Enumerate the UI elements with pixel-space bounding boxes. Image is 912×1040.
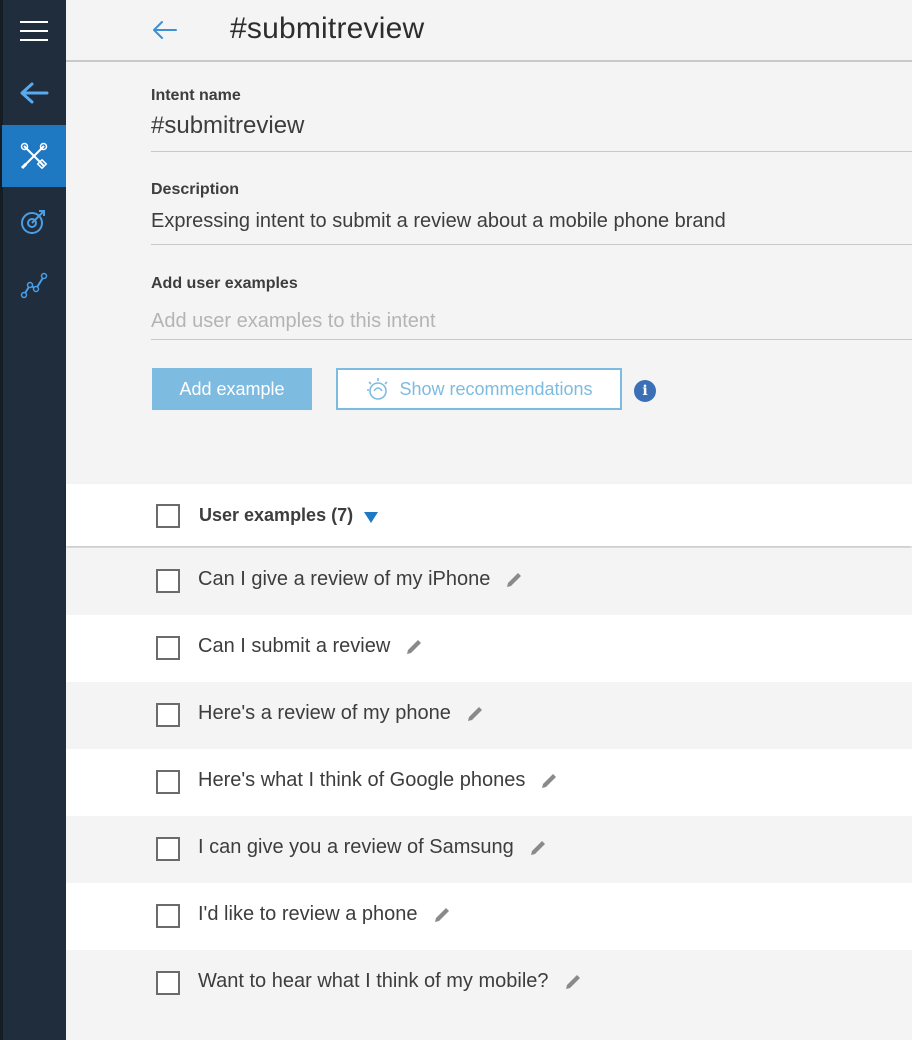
list-item: I can give you a review of Samsung (66, 816, 912, 883)
show-recommendations-label: Show recommendations (399, 378, 593, 399)
description-label: Description (151, 181, 240, 198)
menu-button[interactable] (2, 0, 66, 62)
pencil-icon[interactable] (563, 972, 583, 992)
page-title: #submitreview (230, 12, 425, 45)
example-text[interactable]: I can give you a review of Samsung (198, 836, 514, 859)
tools-icon (20, 142, 48, 170)
bulb-icon (367, 378, 389, 400)
example-checkbox[interactable] (156, 770, 180, 794)
pencil-icon[interactable] (528, 838, 548, 858)
target-icon (21, 210, 45, 234)
example-text[interactable]: Here's what I think of Google phones (198, 769, 525, 792)
pencil-icon[interactable] (432, 905, 452, 925)
example-text[interactable]: Want to hear what I think of my mobile? (198, 970, 549, 993)
intent-name-label: Intent name (151, 87, 241, 104)
rail-build-button[interactable] (2, 125, 66, 187)
pencil-icon[interactable] (539, 771, 559, 791)
example-checkbox[interactable] (156, 904, 180, 928)
example-checkbox[interactable] (156, 569, 180, 593)
add-example-button-label: Add example (179, 378, 285, 399)
pencil-icon[interactable] (465, 704, 485, 724)
add-examples-input[interactable] (151, 303, 912, 340)
page-header: #submitreview (66, 0, 912, 62)
menu-icon (20, 21, 48, 41)
list-item: Here's what I think of Google phones (66, 749, 912, 816)
examples-list: Can I give a review of my iPhone Can I s… (66, 548, 912, 1017)
select-all-checkbox[interactable] (156, 504, 180, 528)
example-checkbox[interactable] (156, 703, 180, 727)
info-icon[interactable]: i (634, 380, 656, 402)
add-examples-label: Add user examples (151, 275, 298, 292)
example-checkbox[interactable] (156, 837, 180, 861)
examples-list-header: User examples (7) (66, 484, 912, 546)
examples-header-title: User examples (7) (199, 505, 354, 525)
example-checkbox[interactable] (156, 636, 180, 660)
list-item: Here's a review of my phone (66, 682, 912, 749)
example-checkbox[interactable] (156, 971, 180, 995)
rail-deploy-button[interactable] (2, 190, 66, 252)
list-item: Can I submit a review (66, 615, 912, 682)
example-text[interactable]: Can I submit a review (198, 635, 390, 658)
list-item: I'd like to review a phone (66, 883, 912, 950)
back-arrow-icon (20, 82, 49, 104)
pencil-icon[interactable] (504, 570, 524, 590)
add-example-button[interactable]: Add example (152, 368, 312, 410)
back-arrow-icon[interactable] (150, 16, 178, 44)
example-text[interactable]: I'd like to review a phone (198, 903, 418, 926)
description-field[interactable]: Expressing intent to submit a review abo… (151, 210, 912, 245)
left-nav-rail (0, 0, 66, 1040)
pencil-icon[interactable] (404, 637, 424, 657)
rail-analytics-button[interactable] (2, 254, 66, 316)
example-text[interactable]: Can I give a review of my iPhone (198, 568, 490, 591)
analytics-icon (20, 272, 48, 299)
rail-back-button[interactable] (2, 62, 66, 124)
example-text[interactable]: Here's a review of my phone (198, 702, 451, 725)
caret-down-icon[interactable] (364, 512, 378, 523)
list-item: Want to hear what I think of my mobile? (66, 950, 912, 1017)
main-content: #submitreview Intent name #submitreview … (66, 0, 912, 1040)
list-item: Can I give a review of my iPhone (66, 548, 912, 615)
intent-name-field[interactable]: #submitreview (151, 112, 912, 152)
show-recommendations-button[interactable]: Show recommendations (336, 368, 622, 410)
